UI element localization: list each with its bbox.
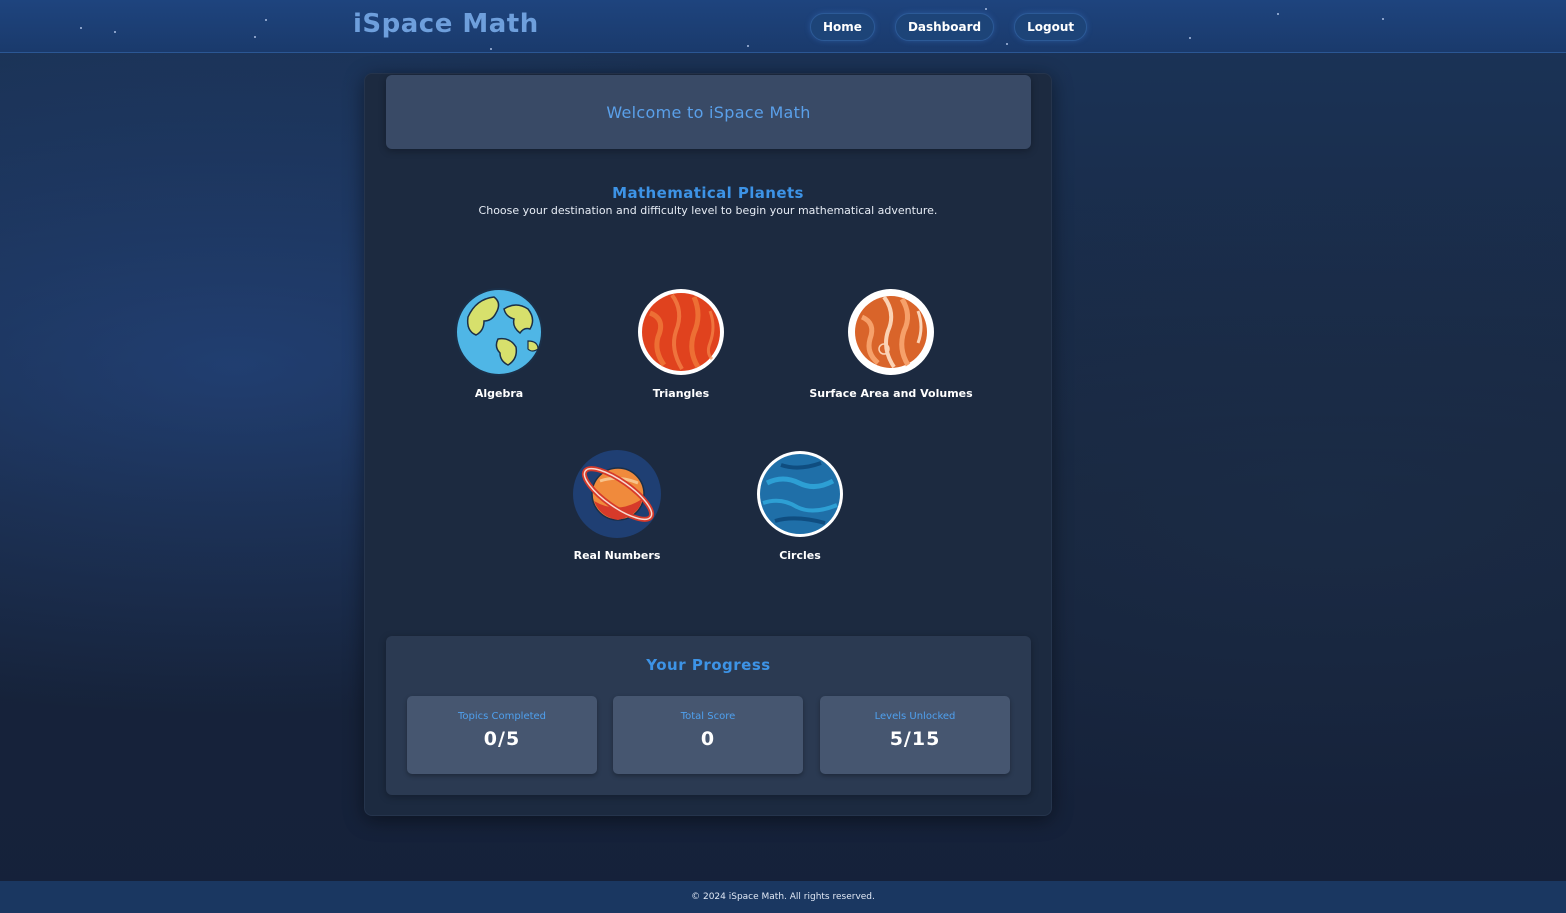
stat-value: 0/5 xyxy=(483,728,521,750)
welcome-banner: Welcome to iSpace Math xyxy=(386,75,1031,149)
planet-card-surface-area-volumes[interactable]: Surface Area and Volumes xyxy=(791,287,991,400)
stat-label: Levels Unlocked xyxy=(874,711,956,722)
ringed-planet-icon[interactable] xyxy=(572,449,662,539)
main-card: Welcome to iSpace Math Mathematical Plan… xyxy=(364,73,1052,816)
progress-panel: Your Progress Topics Completed 0/5 Total… xyxy=(386,636,1031,795)
orange-planet-icon[interactable] xyxy=(846,287,936,377)
earth-planet-icon[interactable] xyxy=(454,287,544,377)
top-navbar: iSpace Math Home Dashboard Logout xyxy=(0,0,1566,53)
stat-levels-unlocked: Levels Unlocked 5/15 xyxy=(820,696,1010,774)
stat-label: Topics Completed xyxy=(457,711,547,722)
planet-label-real-numbers: Real Numbers xyxy=(573,549,661,562)
planet-label-surface-area-volumes: Surface Area and Volumes xyxy=(809,387,973,400)
progress-title: Your Progress xyxy=(646,656,771,674)
stat-total-score: Total Score 0 xyxy=(613,696,803,774)
nav-home-button[interactable]: Home xyxy=(810,13,875,41)
stat-label: Total Score xyxy=(680,711,736,722)
nav-logout-button[interactable]: Logout xyxy=(1014,13,1088,41)
planet-card-algebra[interactable]: Algebra xyxy=(399,287,599,400)
stat-topics-completed: Topics Completed 0/5 xyxy=(407,696,597,774)
planet-label-circles: Circles xyxy=(779,549,821,562)
stat-value: 5/15 xyxy=(889,728,941,750)
stat-value: 0 xyxy=(700,728,716,750)
planet-label-triangles: Triangles xyxy=(652,387,710,400)
footer: © 2024 iSpace Math. All rights reserved. xyxy=(0,881,1566,913)
red-planet-icon[interactable] xyxy=(636,287,726,377)
nav-dashboard-button[interactable]: Dashboard xyxy=(894,13,995,41)
nav-links: Home Dashboard Logout xyxy=(810,13,1088,41)
planets-title: Mathematical Planets xyxy=(612,184,804,202)
blue-planet-icon[interactable] xyxy=(755,449,845,539)
brand-logo-text[interactable]: iSpace Math xyxy=(353,9,539,39)
planet-card-real-numbers[interactable]: Real Numbers xyxy=(517,449,717,562)
planet-label-algebra: Algebra xyxy=(474,387,524,400)
footer-copyright: © 2024 iSpace Math. All rights reserved. xyxy=(691,892,875,902)
planets-subtitle: Choose your destination and difficulty l… xyxy=(478,204,938,217)
planet-card-circles[interactable]: Circles xyxy=(700,449,900,562)
planet-card-triangles[interactable]: Triangles xyxy=(581,287,781,400)
